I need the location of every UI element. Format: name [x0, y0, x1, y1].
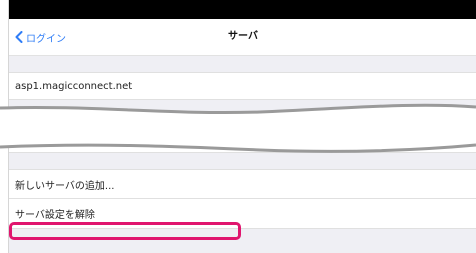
remove-server-settings-cell[interactable]: サーバ設定を解除	[9, 199, 476, 229]
add-server-cell[interactable]: 新しいサーバの追加...	[9, 169, 476, 199]
partially-hidden-cell	[9, 138, 476, 153]
server-host-cell[interactable]: asp1.magicconnect.net	[9, 72, 476, 100]
status-bar	[9, 0, 476, 19]
navigation-bar: ログイン サーバ	[9, 19, 476, 56]
page-title: サーバ	[228, 31, 258, 42]
server-host-text: asp1.magicconnect.net	[15, 80, 133, 92]
section-gap	[9, 100, 476, 112]
screenshot-stage: ログイン サーバ asp1.magicconnect.net 新しいサーバの追加…	[0, 0, 476, 253]
server-settings-bottom-section: 新しいサーバの追加... サーバ設定を解除	[8, 138, 476, 253]
section-gap	[9, 56, 476, 72]
server-settings-top-section: ログイン サーバ asp1.magicconnect.net	[8, 0, 476, 112]
add-server-label: 新しいサーバの追加...	[15, 180, 115, 192]
remove-server-settings-label: サーバ設定を解除	[15, 210, 95, 221]
section-gap	[9, 229, 476, 253]
section-gap	[9, 153, 476, 169]
